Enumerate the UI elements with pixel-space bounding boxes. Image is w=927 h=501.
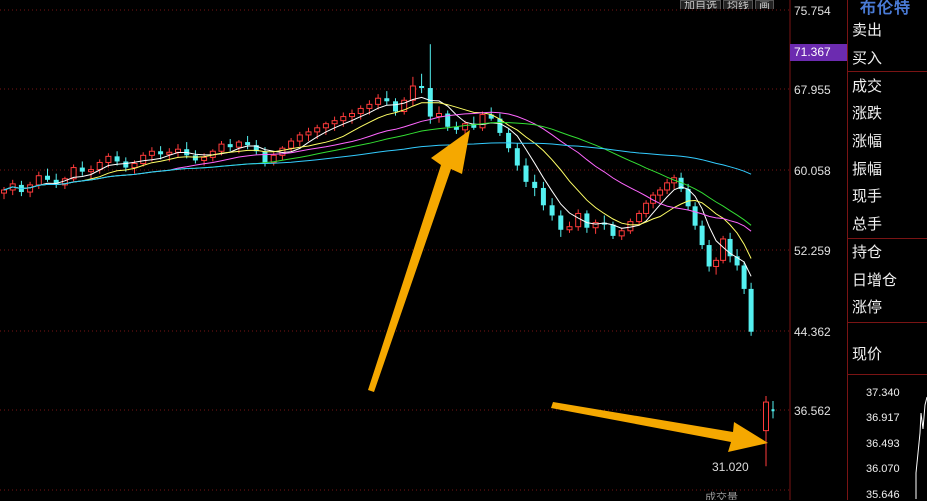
candle [35,171,42,189]
candle [384,91,390,106]
candle [70,164,77,182]
instrument-title: 布伦特 [860,0,912,17]
candle [61,176,68,189]
candle [305,127,312,142]
arrow-annotation-upper [368,130,470,392]
candle [114,151,120,166]
panel-divider [848,238,927,239]
y-tick-5: 36.562 [794,404,831,418]
candle [409,76,416,107]
field-change-pct: 涨幅 [852,132,883,150]
mini-tick-chart: 37.340 36.917 36.493 36.070 35.646 [848,383,927,501]
volume-panel-label: 成交量 [705,491,738,500]
candle [727,232,733,263]
field-open-interest: 持仓 [852,243,883,261]
candle [627,218,634,234]
candle [175,144,181,158]
candle [671,174,678,189]
candle [453,121,459,134]
candle [706,239,712,272]
moving-average-button[interactable]: 均线 [723,0,753,9]
candle [427,44,433,124]
candle [79,161,85,176]
ma10-line [3,102,752,259]
candle [748,282,754,336]
candle [479,111,486,131]
candle [184,142,190,159]
candle [506,128,512,153]
candle [523,158,529,187]
arrow-annotation-lower [551,402,768,452]
field-change: 涨跌 [852,104,883,122]
field-current-hand: 现手 [852,187,883,205]
candle [296,131,303,147]
candle [1,186,7,200]
mini-price-line [915,396,927,499]
add-favorite-button[interactable]: 加自选 [680,0,721,9]
candle [734,249,740,271]
candle [636,210,643,225]
candle [245,135,251,150]
candle [88,165,94,179]
ma5-line [3,96,752,277]
price-axis: 75.754 67.955 60.058 52.259 44.362 36.56… [789,0,831,500]
y-tick-4: 44.362 [794,325,831,339]
moving-averages [3,96,752,277]
candle [657,186,664,203]
panel-divider [848,374,927,375]
current-price-badge: 71.367 [790,44,847,61]
candle [549,198,555,221]
quote-panel: 布伦特 卖出 买入 成交 涨跌 涨幅 振幅 现手 总手 持仓 日增仓 涨停 现价… [847,0,927,501]
grid-lines [0,9,790,491]
candles [1,44,775,467]
candle [227,139,233,152]
candle [692,202,698,230]
candle [643,200,650,218]
candle [763,395,769,467]
y-tick-0: 75.754 [794,4,831,18]
field-buy: 买入 [852,49,883,67]
candle [685,183,691,211]
candle [419,73,425,94]
candle [401,97,408,115]
field-sell: 卖出 [852,21,883,39]
field-daily-oi: 日增仓 [852,271,898,289]
candle [27,181,34,198]
ma60-line [3,142,752,191]
candle [592,219,599,234]
candle [471,116,477,130]
y-tick-2: 60.058 [794,164,831,178]
candle [618,227,625,240]
annotation-arrows [368,130,768,452]
low-price-label: 31.020 [712,460,749,474]
candle [720,235,727,264]
candle [713,257,720,275]
candle [53,173,59,188]
field-price: 现价 [852,345,883,363]
candle [699,220,705,250]
candle [771,401,775,419]
candle [566,221,573,233]
candle [664,178,671,195]
y-tick-3: 52.259 [794,244,831,258]
candlestick-chart: 75.754 67.955 60.058 52.259 44.362 36.56… [0,0,831,500]
field-limit-up: 涨停 [852,298,883,316]
field-total-hand: 总手 [852,215,883,233]
candle [540,181,546,211]
ma30-line [3,121,752,226]
candle [514,143,520,171]
field-amplitude: 振幅 [852,160,883,178]
candle [436,106,442,123]
panel-divider [848,322,927,323]
candle [532,174,538,197]
y-tick-1: 67.955 [794,83,831,97]
candle [96,159,103,174]
chart-toolbar: 加自选 均线 画 [680,0,774,9]
candle [558,210,564,237]
field-volume: 成交 [852,77,883,95]
panel-divider [848,71,927,72]
draw-button[interactable]: 画 [755,0,774,9]
candle [45,168,50,182]
candle [575,209,582,231]
